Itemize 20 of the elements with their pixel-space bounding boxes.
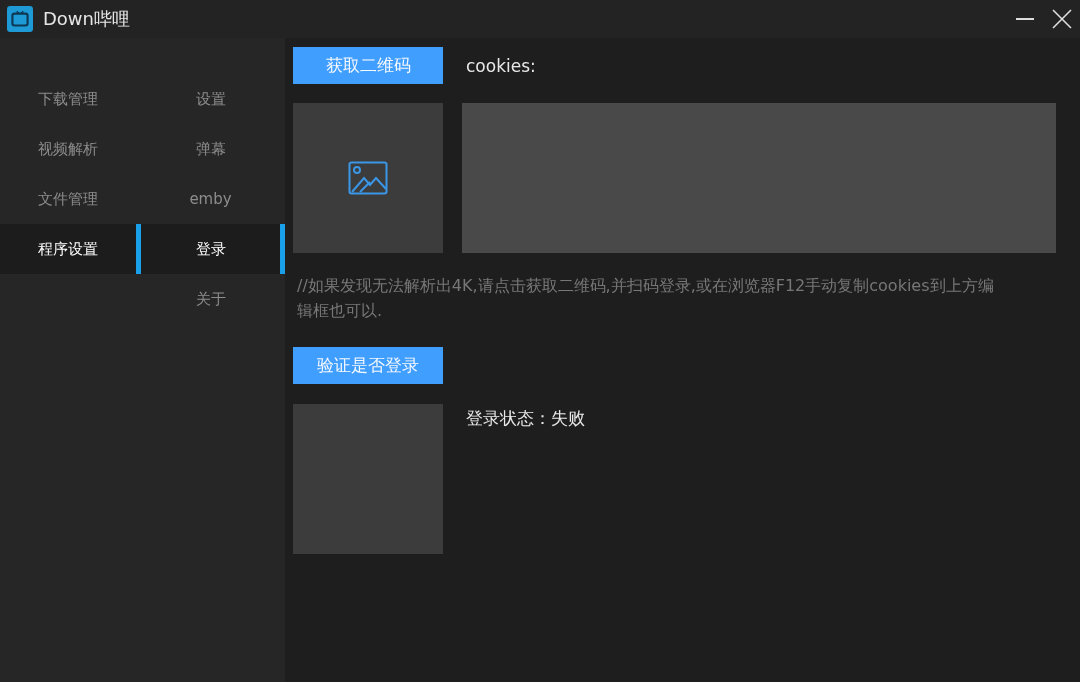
close-icon[interactable] [1052,9,1072,29]
image-icon [348,161,388,195]
subnav-item[interactable]: 关于 [141,274,285,324]
window-title: Down哔哩 [43,7,130,31]
login-status-text: 登录状态：失败 [466,407,585,430]
minimize-icon[interactable] [1016,18,1034,20]
nav-item[interactable]: 程序设置 [0,224,141,274]
cookies-field[interactable] [462,103,1056,253]
get-qr-button[interactable]: 获取二维码 [293,47,443,84]
subnav-item[interactable]: emby [141,174,285,224]
subnav-item[interactable]: 设置 [141,74,285,124]
verify-login-button[interactable]: 验证是否登录 [293,347,443,384]
help-note: //如果发现无法解析出4K,请点击获取二维码,并扫码登录,或在浏览器F12手动复制cookies到上方编辑框也可以. [297,275,995,322]
subnav-item[interactable]: 登录 [141,224,285,274]
nav-item[interactable]: 文件管理 [0,174,141,224]
cookies-label: cookies: [466,55,536,76]
app-logo-icon [7,6,33,32]
nav-item[interactable]: 下载管理 [0,74,141,124]
subnav-item[interactable]: 弹幕 [141,124,285,174]
nav-item[interactable]: 视频解析 [0,124,141,174]
